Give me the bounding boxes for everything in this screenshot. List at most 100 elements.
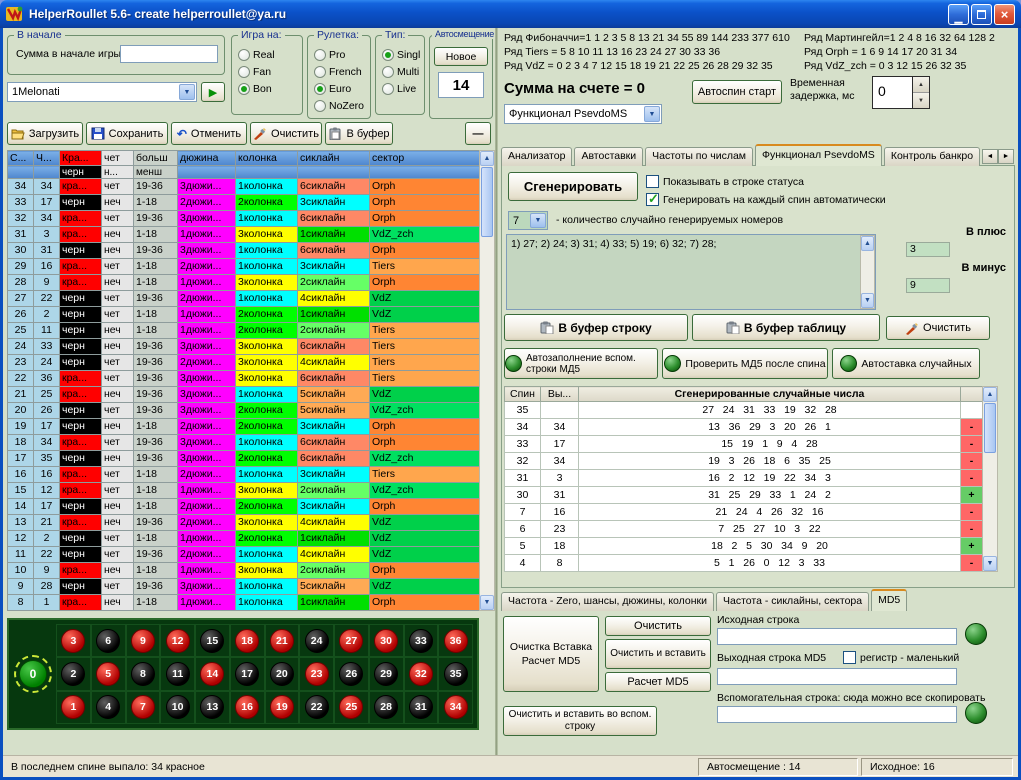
board-cell-1[interactable]: 1 (56, 691, 91, 724)
auto-generate-checkbox[interactable]: Генерировать на каждый спин автоматическ… (646, 193, 886, 206)
autofill-md5-button[interactable]: Автозаполнение вспом. строки МД5 (504, 348, 658, 379)
generated-numbers-box[interactable]: 1) 27; 2) 24; 3) 31; 4) 33; 5) 19; 6) 32… (506, 234, 876, 310)
gen-row[interactable]: 31316 2 12 19 22 34 3- (505, 470, 983, 487)
clear-generated-button[interactable]: Очистить (886, 316, 990, 340)
radio-option-pro[interactable]: Pro (314, 48, 368, 62)
history-row[interactable]: 1122чернчет19-362дюжи...1колонка4сиклайн… (8, 547, 480, 563)
title-bar[interactable]: HelperRoullet 5.6- create helperroullet@… (0, 0, 1021, 28)
board-cell-2[interactable]: 2 (56, 657, 91, 690)
board-cell-5[interactable]: 5 (91, 657, 126, 690)
scroll-up-arrow[interactable]: ▲ (983, 387, 997, 402)
tab-Функционал PsevdoMS[interactable]: Функционал PsevdoMS (755, 144, 882, 166)
delay-spinner[interactable]: 0 ▲ ▼ (872, 76, 930, 109)
board-cell-13[interactable]: 13 (195, 691, 230, 724)
col-header-sixline[interactable]: сиклайн (298, 151, 370, 166)
board-cell-32[interactable]: 32 (404, 657, 439, 690)
history-row[interactable]: 1616кра...чет1-182дюжи...1колонка3сиклай… (8, 467, 480, 483)
col-header-spin[interactable]: С... (8, 151, 34, 166)
board-cell-35[interactable]: 35 (438, 657, 473, 690)
board-cell-10[interactable]: 10 (160, 691, 195, 724)
gen-row[interactable]: 51818 2 5 30 34 9 20+ (505, 538, 983, 555)
board-cell-26[interactable]: 26 (334, 657, 369, 690)
scroll-down-arrow[interactable]: ▼ (861, 293, 874, 308)
gen-row[interactable]: 3527 24 31 33 19 32 28 (505, 402, 983, 419)
col-header-dozen[interactable]: дюжина (178, 151, 236, 166)
board-cell-22[interactable]: 22 (299, 691, 334, 724)
radio-option-bon[interactable]: Bon (238, 82, 300, 96)
show-in-status-checkbox[interactable]: Показывать в строке статуса (646, 175, 804, 188)
history-row[interactable]: 2722чернчет19-362дюжи...1колонка4сиклайн… (8, 291, 480, 307)
mode-select[interactable]: Функционал PsevdoMS ▼ (504, 104, 662, 124)
checkbox-icon[interactable] (646, 175, 659, 188)
board-number-0[interactable]: 0 (19, 660, 47, 688)
history-row[interactable]: 3317черннеч1-182дюжи...2колонка3сиклайнO… (8, 195, 480, 211)
history-row[interactable]: 1417черннеч1-182дюжи...2колонка3сиклайнO… (8, 499, 480, 515)
gen-row[interactable]: 6237 25 27 10 3 22- (505, 521, 983, 538)
radio-option-real[interactable]: Real (238, 48, 300, 62)
board-cell-12[interactable]: 12 (160, 624, 195, 657)
gen-row[interactable]: 303131 25 29 33 1 24 2+ (505, 487, 983, 504)
history-row[interactable]: 262чернчет1-181дюжи...2колонка1сиклайнVd… (8, 307, 480, 323)
copy-buffer-button[interactable]: В буфер (325, 122, 393, 145)
gen-row[interactable]: 485 1 26 0 12 3 33- (505, 555, 983, 572)
lowercase-checkbox[interactable]: регистр - маленький (843, 651, 959, 664)
generated-table-scrollbar[interactable]: ▲ ▼ (982, 386, 998, 572)
board-cell-8[interactable]: 8 (126, 657, 161, 690)
history-row[interactable]: 109кра...неч1-181дюжи...3колонка2сиклайн… (8, 563, 480, 579)
scroll-up-arrow[interactable]: ▲ (861, 236, 874, 251)
history-row[interactable]: 2511черннеч1-181дюжи...2колонка2сиклайнT… (8, 323, 480, 339)
board-cell-14[interactable]: 14 (195, 657, 230, 690)
freq-tab-Частота - Zero, шансы, дюжины, колонки[interactable]: Частота - Zero, шансы, дюжины, колонки (501, 592, 714, 611)
checkbox-icon[interactable] (646, 193, 659, 206)
radio-option-multi[interactable]: Multi (382, 65, 422, 79)
history-row[interactable]: 2125кра...неч19-363дюжи...1колонка5сикла… (8, 387, 480, 403)
history-row[interactable]: 928чернчет19-363дюжи...1колонка5сиклайнV… (8, 579, 480, 595)
col-header-column[interactable]: колонка (236, 151, 298, 166)
radio-option-fan[interactable]: Fan (238, 65, 300, 79)
gen-row[interactable]: 323419 3 26 18 6 35 25- (505, 453, 983, 470)
output-string-input[interactable] (717, 668, 957, 685)
board-cell-29[interactable]: 29 (369, 657, 404, 690)
scroll-up-arrow[interactable]: ▲ (480, 151, 494, 166)
board-cell-25[interactable]: 25 (334, 691, 369, 724)
col-header-number[interactable]: Ч... (34, 151, 60, 166)
generate-button[interactable]: Сгенерировать (508, 172, 638, 201)
run-button[interactable]: ▶ (201, 82, 225, 102)
dropdown-arrow-icon[interactable]: ▼ (644, 106, 660, 122)
board-cell-24[interactable]: 24 (299, 624, 334, 657)
buffer-table-button[interactable]: В буфер таблицу (692, 314, 880, 341)
board-cell-31[interactable]: 31 (404, 691, 439, 724)
board-cell-19[interactable]: 19 (265, 691, 300, 724)
history-row[interactable]: 81кра...неч1-181дюжи...1колонка1сиклайнO… (8, 595, 480, 611)
tab-Автоставки[interactable]: Автоставки (574, 147, 643, 166)
clear-button[interactable]: Очистить (250, 122, 322, 145)
radio-option-nozero[interactable]: NoZero (314, 99, 368, 113)
history-row[interactable]: 313кра...неч1-181дюжи...3колонка1сиклайн… (8, 227, 480, 243)
history-row[interactable]: 2916кра...чет1-182дюжи...1колонка3сиклай… (8, 259, 480, 275)
undo-button[interactable]: ↶ Отменить (171, 122, 247, 145)
history-row[interactable]: 3434кра...чет19-363дюжи...1колонка6сикла… (8, 179, 480, 195)
board-cell-21[interactable]: 21 (265, 624, 300, 657)
board-cell-36[interactable]: 36 (438, 624, 473, 657)
dropdown-arrow-icon[interactable]: ▼ (179, 84, 195, 100)
col-header-high[interactable]: больш (134, 151, 178, 166)
history-row[interactable]: 2236кра...чет19-363дюжи...3колонка6сикла… (8, 371, 480, 387)
board-cell-34[interactable]: 34 (438, 691, 473, 724)
board-cell-18[interactable]: 18 (230, 624, 265, 657)
helper-string-input[interactable] (717, 706, 957, 723)
dropdown-arrow-icon[interactable]: ▼ (530, 213, 546, 228)
history-row[interactable]: 1735черннеч19-363дюжи...2колонка6сиклайн… (8, 451, 480, 467)
history-row[interactable]: 3234кра...чет19-363дюжи...1колонка6сикла… (8, 211, 480, 227)
board-cell-7[interactable]: 7 (126, 691, 161, 724)
md5-clear-button[interactable]: Очистить (605, 616, 711, 636)
count-select[interactable]: 7 ▼ (508, 211, 548, 230)
radio-option-french[interactable]: French (314, 65, 368, 79)
scroll-down-arrow[interactable]: ▼ (480, 595, 494, 610)
col-header-sector[interactable]: сектор (370, 151, 480, 166)
md5-calc-button[interactable]: Расчет MD5 (605, 672, 711, 692)
helper-ball-button[interactable] (965, 702, 987, 724)
history-row[interactable]: 1834кра...чет19-363дюжи...1колонка6сикла… (8, 435, 480, 451)
minimize-button[interactable]: ▁ (948, 4, 969, 25)
close-button[interactable]: × (994, 4, 1015, 25)
gen-row[interactable]: 343413 36 29 3 20 26 1- (505, 419, 983, 436)
